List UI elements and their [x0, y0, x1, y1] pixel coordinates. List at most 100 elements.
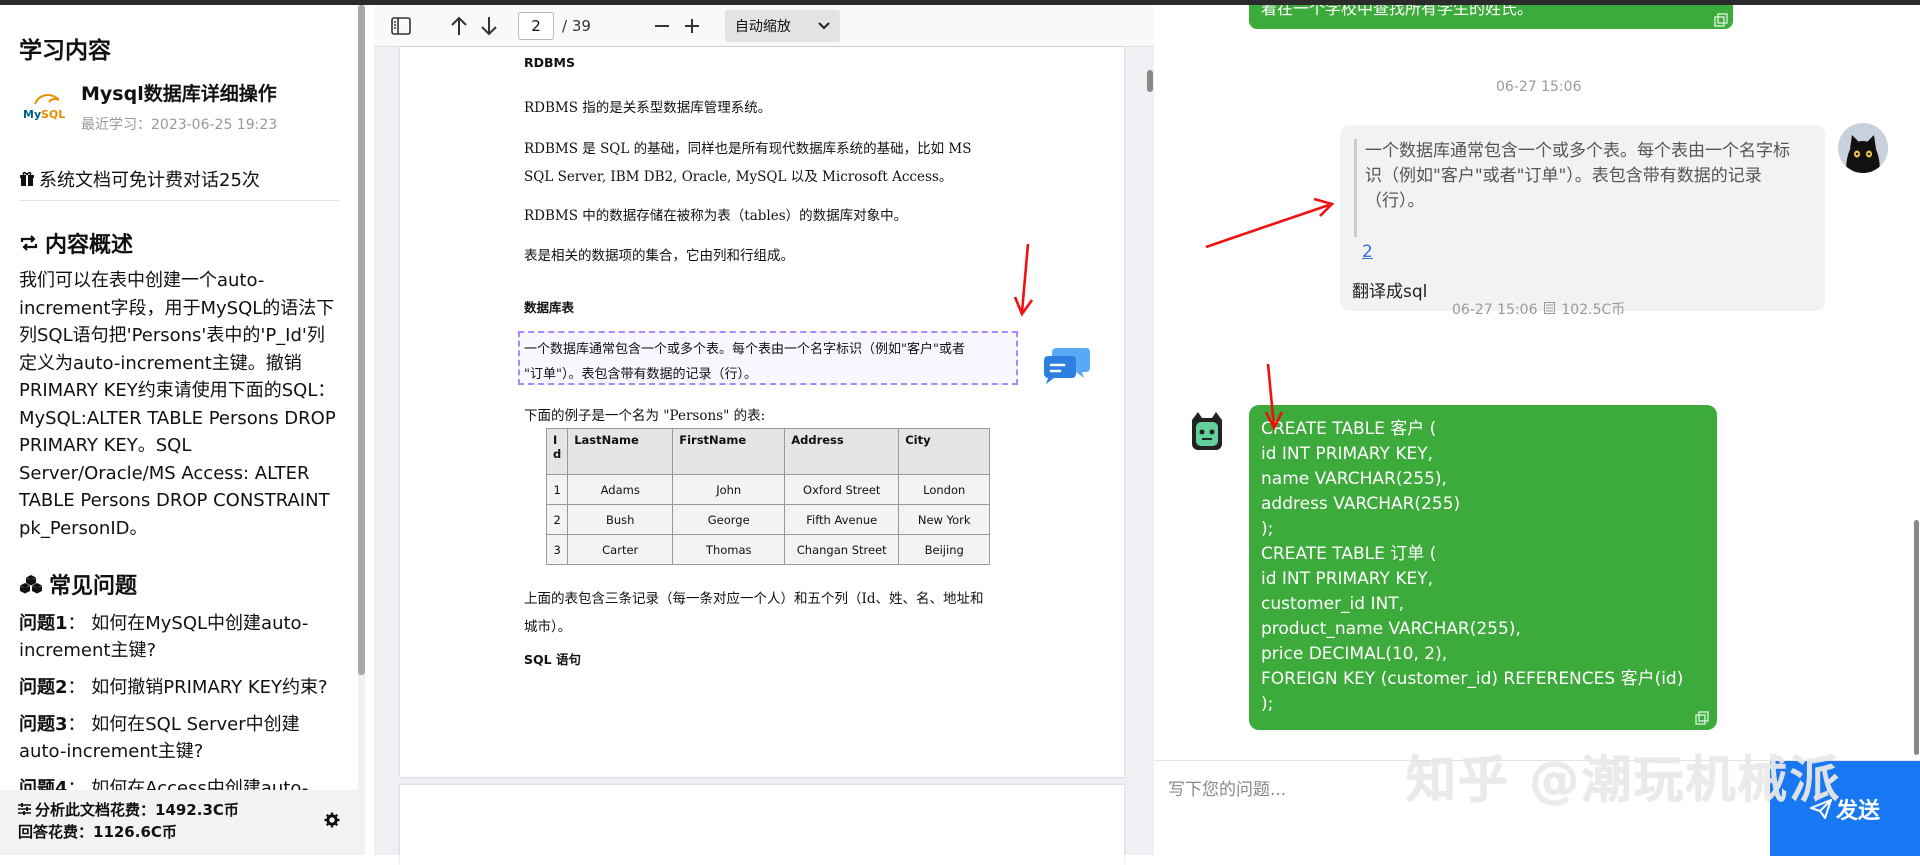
doc-card[interactable]: My SQL Mysql数据库详细操作 最近学习：2023-06-25 19:2…: [19, 79, 339, 134]
cubes-icon: [20, 575, 42, 594]
paragraph: 城市）。: [524, 619, 572, 635]
faq-question-2[interactable]: 问题2： 如何撤销PRIMARY KEY约束?: [19, 674, 339, 701]
sidebar-toggle-button[interactable]: [386, 11, 416, 41]
answer-line: );: [1261, 519, 1274, 539]
faq-question-label: 问题3: [19, 714, 68, 735]
faq-heading: 常见问题: [19, 568, 339, 600]
user-question: 翻译成sql: [1352, 282, 1428, 302]
left-scrollbar[interactable]: [358, 5, 365, 855]
heading-sql-statement: SQL 语句: [524, 652, 581, 667]
doc-name: Mysql数据库详细操作: [81, 83, 277, 105]
answer-line: address VARCHAR(255): [1261, 494, 1461, 514]
table-header-cell: Address: [784, 428, 900, 475]
table-cell: London: [898, 474, 991, 505]
answer-line: name VARCHAR(255),: [1261, 469, 1447, 489]
zoom-in-button[interactable]: [677, 11, 707, 41]
left-panel: 学习内容 My SQL Mysql数据库详细操作 最近学习：2023-06-25…: [0, 5, 365, 855]
left-scrollbar-thumb[interactable]: [358, 5, 365, 675]
answer-meta: 06-27 15:06 102.5C币: [1452, 299, 1625, 319]
faq-question-4[interactable]: 问题4： 如何在Access中创建auto-: [19, 775, 339, 790]
faq-question-1[interactable]: 问题1： 如何在MySQL中创建auto-increment主键?: [19, 610, 339, 664]
arrow-up-icon: [451, 16, 467, 35]
user-avatar: [1838, 123, 1888, 173]
table-cell: 2: [545, 504, 569, 535]
watermark: 知乎 @潮玩机械派: [1406, 751, 1842, 809]
pdf-page-next: [400, 785, 1124, 865]
answer-cost: 回答花费：1126.6C币: [18, 822, 177, 841]
answer-line: FOREIGN KEY (customer_id) REFERENCES 客户(…: [1261, 669, 1684, 689]
table-cell: Beijing: [898, 534, 991, 565]
paragraph: RDBMS 指的是关系型数据库管理系统。: [524, 100, 772, 116]
overview-heading: 内容概述: [19, 227, 339, 259]
answer-line: CREATE TABLE 订单 (: [1261, 544, 1437, 564]
chat-scrollbar[interactable]: [1913, 5, 1920, 760]
table-row: 1 Adams John Oxford Street London: [545, 474, 991, 505]
red-arrow-annotation: [1264, 363, 1284, 431]
red-arrow-annotation: [1205, 197, 1335, 249]
copy-icon[interactable]: [1695, 711, 1709, 725]
faq-question-text: ： 如何撤销PRIMARY KEY约束?: [67, 677, 328, 698]
faq-title: 常见问题: [49, 574, 138, 599]
chat-panel: 着在一个学校中查找所有学生的姓氏。 06-27 15:06 一个数据库通常包含一…: [1154, 5, 1920, 856]
table-header-cell: LastName: [567, 428, 674, 475]
previous-page-button[interactable]: [444, 11, 474, 41]
overview-title: 内容概述: [45, 233, 134, 258]
highlighted-text-line-1: 一个数据库通常包含一个或多个表。每个表由一个名字标识（例如"客户"或者: [524, 342, 965, 357]
page-total: / 39: [562, 16, 591, 35]
paragraph: 表是相关的数据项的集合，它由列和行组成。: [524, 248, 794, 264]
overview-text: 我们可以在表中创建一个auto-increment字段，用于MySQL的语法下列…: [19, 270, 336, 539]
answer-cost-row: 回答花费：1126.6C币: [18, 820, 340, 842]
table-header-cell: I d: [545, 428, 569, 475]
zoom-out-button[interactable]: [647, 11, 677, 41]
table-cell: 3: [545, 534, 569, 565]
arrow-down-icon: [481, 16, 497, 35]
red-arrow-annotation: [1013, 243, 1034, 317]
faq-question-3[interactable]: 问题3： 如何在SQL Server中创建auto-increment主键?: [19, 711, 339, 765]
zoom-select-value: 自动缩放: [734, 18, 791, 35]
pdf-toolbar: 2 / 39 自动缩放: [374, 5, 1154, 47]
learning-content-title: 学习内容: [19, 38, 111, 64]
highlighted-text-line-2: "订单"）。表包含带有数据的记录（行）。: [524, 367, 757, 382]
table-cell: John: [672, 474, 786, 505]
chevron-down-icon: [818, 21, 830, 29]
gear-icon[interactable]: [324, 812, 340, 828]
question-input[interactable]: 写下您的问题...: [1168, 775, 1286, 800]
plus-icon: [684, 18, 699, 33]
table-cell: Adams: [567, 474, 674, 505]
chat-scrollbar-thumb[interactable]: [1914, 520, 1919, 755]
bot-avatar: [1188, 410, 1226, 456]
calculator-icon: [1543, 302, 1555, 314]
table-cell: 1: [545, 474, 569, 505]
next-page-button[interactable]: [474, 11, 504, 41]
faq-question-label: 问题4: [19, 778, 68, 790]
ask-ai-chat-icon[interactable]: [1042, 342, 1092, 390]
page-reference-link[interactable]: 2: [1362, 242, 1373, 262]
table-cell: Carter: [567, 534, 674, 565]
answer-line: id INT PRIMARY KEY,: [1261, 569, 1434, 589]
table-cell: Oxford Street: [784, 474, 900, 505]
free-chat-text: 系统文档可免计费对话25次: [39, 170, 260, 191]
svg-text:SQL: SQL: [41, 108, 65, 121]
paragraph: 下面的例子是一个名为 "Persons" 的表:: [524, 408, 766, 424]
answer-line: CREATE TABLE 客户 (: [1261, 419, 1437, 439]
answer-line: customer_id INT,: [1261, 594, 1404, 614]
table-cell: George: [672, 504, 786, 535]
table-cell: New York: [898, 504, 991, 535]
sidebar-toggle-icon: [391, 16, 411, 35]
table-row: 2 Bush George Fifth Avenue New York: [545, 504, 991, 535]
free-chat-notice: 系统文档可免计费对话25次: [19, 166, 339, 201]
table-cell: Bush: [567, 504, 674, 535]
previous-answer-text: 着在一个学校中查找所有学生的姓氏。: [1261, 5, 1534, 18]
bot-answer-bubble: CREATE TABLE 客户 ( id INT PRIMARY KEY, na…: [1249, 405, 1717, 730]
page-number-input[interactable]: 2: [518, 11, 554, 40]
quoted-passage: 一个数据库通常包含一个或多个表。每个表由一个名字标识（例如"客户"或者"订单"）…: [1354, 139, 1794, 237]
pdf-scrollbar-thumb[interactable]: [1147, 70, 1153, 92]
faq-question-label: 问题2: [19, 677, 68, 698]
pdf-page: RDBMS RDBMS 指的是关系型数据库管理系统。 RDBMS 是 SQL 的…: [400, 47, 1124, 777]
svg-text:My: My: [23, 108, 41, 121]
heading-rdbms: RDBMS: [524, 55, 575, 70]
copy-icon[interactable]: [1714, 13, 1728, 27]
analyze-cost-row: 分析此文档花费：1492.3C币: [18, 798, 340, 820]
zoom-select[interactable]: 自动缩放: [724, 9, 840, 42]
cost-footer: 分析此文档花费：1492.3C币 回答花费：1126.6C币: [0, 790, 358, 855]
